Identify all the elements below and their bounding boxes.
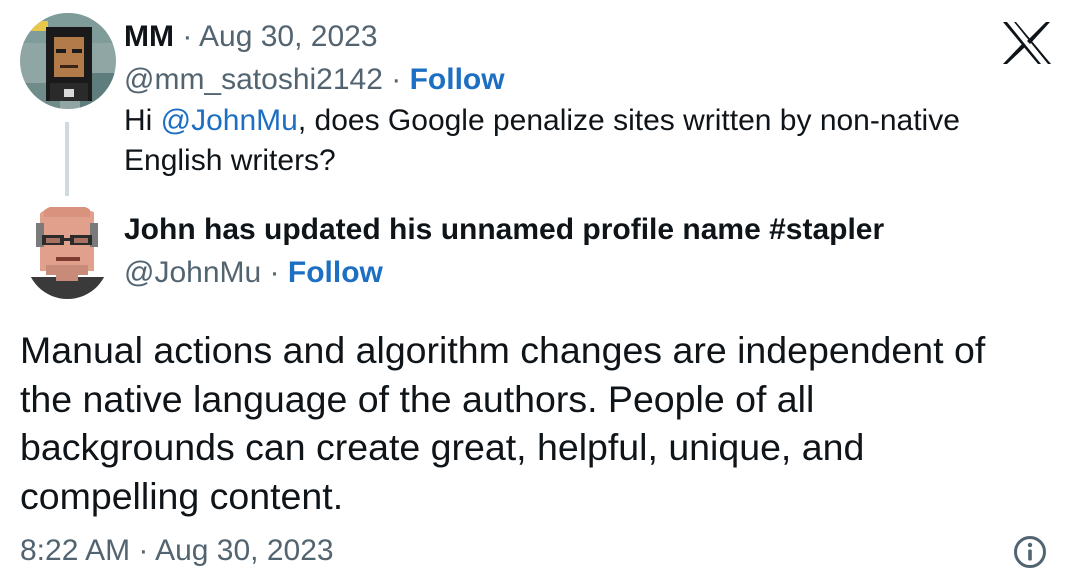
avatar-mm[interactable] (20, 13, 116, 109)
post-follow-button[interactable]: Follow (288, 256, 383, 289)
info-icon[interactable] (1013, 535, 1047, 569)
post-body-line: compelling content. (20, 474, 344, 517)
reply-handle[interactable]: @mm_satoshi2142 (124, 63, 383, 96)
post-handle-row: @JohnMu · Follow (124, 255, 383, 291)
post-body-line: Manual actions and algorithm changes are… (20, 329, 986, 371)
reply-separator: · (182, 20, 193, 53)
post-handle[interactable]: @JohnMu (124, 256, 261, 289)
reply-follow-button[interactable]: Follow (410, 63, 505, 96)
thread-connector-line (65, 122, 69, 196)
reply-handle-row: @mm_satoshi2142 · Follow (124, 62, 505, 98)
reply-text-line-1: Hi @JohnMu, does Google penalize sites w… (124, 103, 960, 139)
post-author-name[interactable]: John has updated his unnamed profile nam… (124, 212, 884, 248)
post-body-line: backgrounds can create great, helpful, u… (20, 426, 865, 468)
x-logo-icon[interactable] (1003, 22, 1051, 64)
post-body: Manual actions and algorithm changes are… (20, 326, 1065, 520)
post-author-name-text: John has updated his unnamed profile nam… (124, 213, 885, 246)
reply-text-rest: , does Google penalize sites written by … (297, 104, 960, 137)
reply-author-name[interactable]: MM (124, 20, 174, 53)
reply-text-line-2: English writers? (124, 144, 336, 177)
reply-handle-separator: · (391, 63, 402, 96)
pixel-art-portrait-icon (26, 203, 109, 299)
post-timestamp[interactable]: 8:22 AM · Aug 30, 2023 (20, 533, 334, 569)
avatar-johnmu[interactable] (26, 203, 109, 299)
reply-date[interactable]: Aug 30, 2023 (199, 20, 378, 53)
pixel-art-avatar-icon (20, 13, 116, 109)
reply-mention-link[interactable]: @JohnMu (161, 104, 298, 137)
reply-text-prefix: Hi (124, 104, 161, 137)
reply-header: MM · Aug 30, 2023 (124, 19, 378, 55)
post-body-line: the native language of the authors. Peop… (20, 377, 815, 420)
post-handle-separator: · (269, 256, 280, 289)
